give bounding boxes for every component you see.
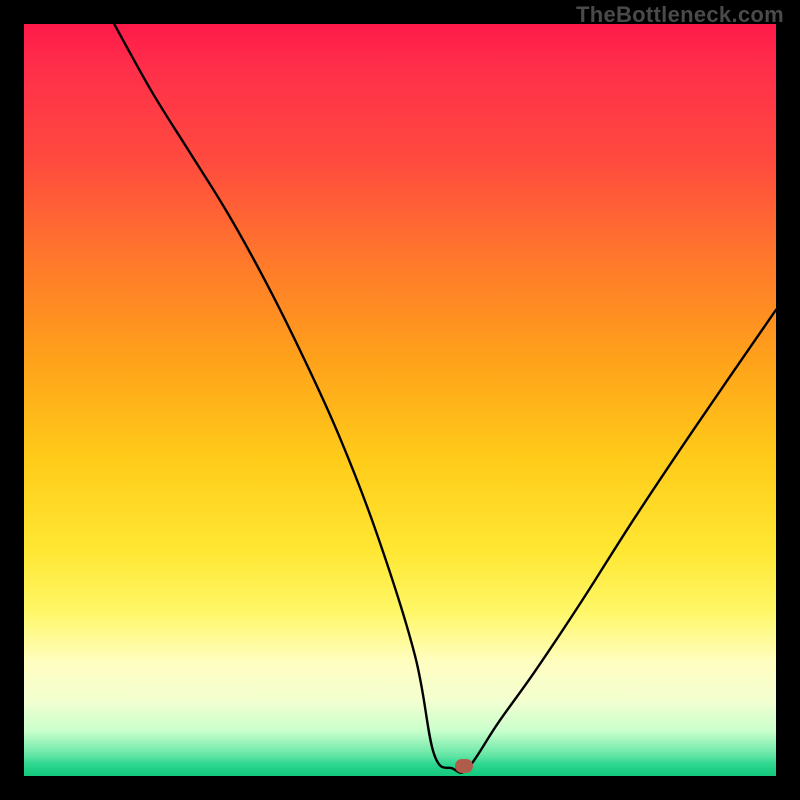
chart-container: TheBottleneck.com (0, 0, 800, 800)
curve-path (114, 24, 776, 773)
watermark-text: TheBottleneck.com (576, 2, 784, 28)
plot-area (24, 24, 776, 776)
optimal-marker (455, 759, 473, 773)
bottleneck-curve (24, 24, 776, 776)
